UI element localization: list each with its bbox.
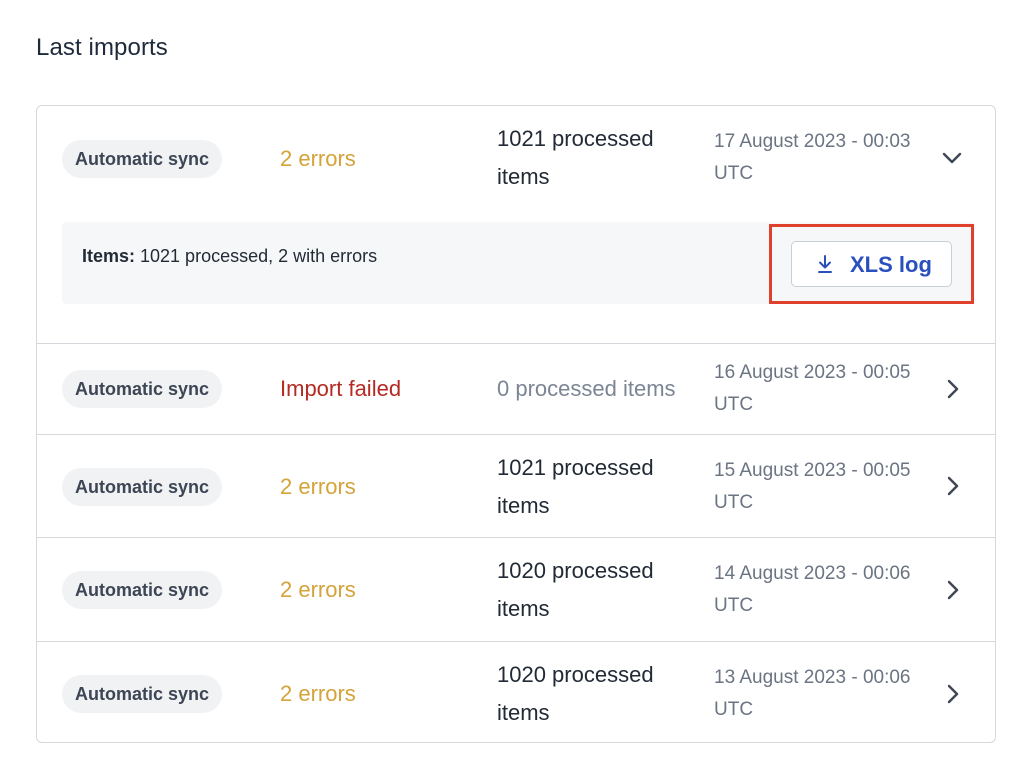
import-row[interactable]: Automatic sync 2 errors 1020 processed i… xyxy=(37,538,995,642)
import-date: 14 August 2023 - 00:06 UTC xyxy=(714,563,911,616)
processed-count: 0 processed items xyxy=(497,376,676,401)
details-value: 1021 processed, 2 with errors xyxy=(135,246,378,266)
chevron-right-icon[interactable] xyxy=(941,475,963,497)
download-icon xyxy=(816,254,834,274)
page: Last imports Automatic sync 2 errors 102… xyxy=(0,0,1036,780)
source-badge: Automatic sync xyxy=(62,571,223,609)
import-date: 15 August 2023 - 00:05 UTC xyxy=(714,460,911,513)
source-badge: Automatic sync xyxy=(62,675,223,713)
import-date: 17 August 2023 - 00:03 UTC xyxy=(714,131,911,184)
chevron-right-icon[interactable] xyxy=(941,683,963,705)
import-date: 16 August 2023 - 00:05 UTC xyxy=(714,362,911,415)
status-text: 2 errors xyxy=(280,577,356,602)
details-label: Items: xyxy=(82,246,136,266)
details-summary: Items: 1021 processed, 2 with errors xyxy=(82,246,377,267)
xls-log-label: XLS log xyxy=(850,252,932,277)
processed-count: 1020 processed items xyxy=(497,662,654,725)
processed-count: 1020 processed items xyxy=(497,558,654,621)
chevron-right-icon[interactable] xyxy=(941,378,963,400)
processed-count: 1021 processed items xyxy=(497,126,654,189)
chevron-right-icon[interactable] xyxy=(941,579,963,601)
status-text: 2 errors xyxy=(280,681,356,706)
chevron-down-icon[interactable] xyxy=(941,147,963,169)
page-title: Last imports xyxy=(36,34,168,61)
import-row[interactable]: Automatic sync Import failed 0 processed… xyxy=(37,344,995,435)
source-badge: Automatic sync xyxy=(62,140,223,178)
source-badge: Automatic sync xyxy=(62,468,223,506)
status-text: Import failed xyxy=(280,376,402,401)
import-date: 13 August 2023 - 00:06 UTC xyxy=(714,667,911,720)
import-row[interactable]: Automatic sync 2 errors 1021 processed i… xyxy=(37,435,995,538)
imports-list: Automatic sync 2 errors 1021 processed i… xyxy=(36,105,996,743)
xls-log-download-button[interactable]: XLS log xyxy=(791,241,952,287)
processed-count: 1021 processed items xyxy=(497,455,654,518)
status-text: 2 errors xyxy=(280,474,356,499)
import-row-expanded[interactable]: Automatic sync 2 errors 1021 processed i… xyxy=(37,106,995,344)
import-row[interactable]: Automatic sync 2 errors 1020 processed i… xyxy=(37,642,995,742)
status-text: 2 errors xyxy=(280,146,356,171)
source-badge: Automatic sync xyxy=(62,370,223,408)
